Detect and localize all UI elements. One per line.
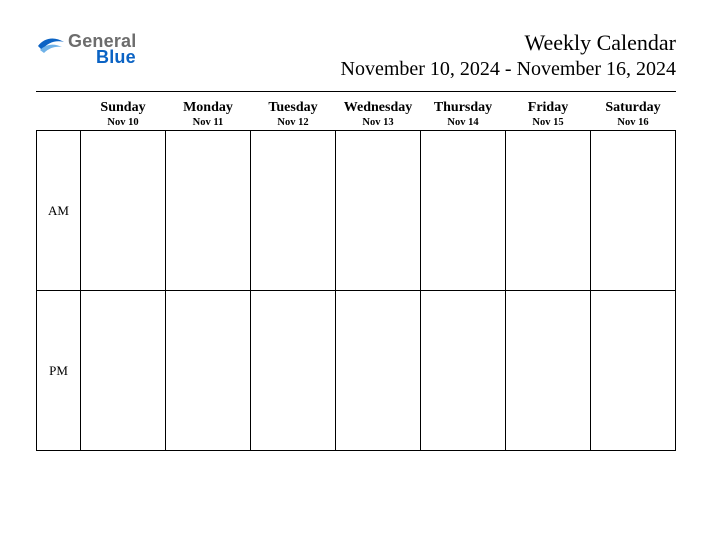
- day-date: Nov 10: [81, 117, 166, 128]
- slot-pm-mon[interactable]: [166, 291, 251, 451]
- slot-pm-fri[interactable]: [506, 291, 591, 451]
- slot-am-wed[interactable]: [336, 131, 421, 291]
- day-date: Nov 14: [421, 117, 506, 128]
- day-date: Nov 15: [506, 117, 591, 128]
- day-header-sun: Sunday Nov 10: [81, 96, 166, 131]
- slot-pm-sun[interactable]: [81, 291, 166, 451]
- date-range: November 10, 2024 - November 16, 2024: [341, 58, 677, 81]
- slot-pm-wed[interactable]: [336, 291, 421, 451]
- logo: General Blue: [36, 30, 136, 66]
- slot-am-fri[interactable]: [506, 131, 591, 291]
- row-pm: PM: [37, 291, 676, 451]
- day-header-row: Sunday Nov 10 Monday Nov 11 Tuesday Nov …: [37, 96, 676, 131]
- day-date: Nov 11: [166, 117, 251, 128]
- logo-swoosh-icon: [36, 32, 66, 56]
- header: General Blue Weekly Calendar November 10…: [36, 30, 676, 81]
- calendar-table: Sunday Nov 10 Monday Nov 11 Tuesday Nov …: [36, 96, 676, 451]
- day-date: Nov 12: [251, 117, 336, 128]
- day-header-thu: Thursday Nov 14: [421, 96, 506, 131]
- slot-am-thu[interactable]: [421, 131, 506, 291]
- time-label-am: AM: [37, 131, 81, 291]
- day-date: Nov 16: [591, 117, 676, 128]
- row-am: AM: [37, 131, 676, 291]
- day-header-fri: Friday Nov 15: [506, 96, 591, 131]
- logo-text-blue: Blue: [96, 48, 136, 66]
- title-block: Weekly Calendar November 10, 2024 - Nove…: [341, 30, 677, 81]
- day-name: Sunday: [81, 100, 166, 116]
- day-name: Thursday: [421, 100, 506, 116]
- slot-am-sat[interactable]: [591, 131, 676, 291]
- slot-am-tue[interactable]: [251, 131, 336, 291]
- day-date: Nov 13: [336, 117, 421, 128]
- day-header-tue: Tuesday Nov 12: [251, 96, 336, 131]
- slot-pm-thu[interactable]: [421, 291, 506, 451]
- day-header-sat: Saturday Nov 16: [591, 96, 676, 131]
- day-name: Monday: [166, 100, 251, 116]
- day-name: Friday: [506, 100, 591, 116]
- page-title: Weekly Calendar: [341, 30, 677, 56]
- slot-pm-tue[interactable]: [251, 291, 336, 451]
- calendar-grid: Sunday Nov 10 Monday Nov 11 Tuesday Nov …: [36, 96, 676, 451]
- slot-am-mon[interactable]: [166, 131, 251, 291]
- day-header-mon: Monday Nov 11: [166, 96, 251, 131]
- logo-text: General Blue: [68, 32, 136, 66]
- day-name: Tuesday: [251, 100, 336, 116]
- slot-pm-sat[interactable]: [591, 291, 676, 451]
- corner-cell: [37, 96, 81, 131]
- slot-am-sun[interactable]: [81, 131, 166, 291]
- day-header-wed: Wednesday Nov 13: [336, 96, 421, 131]
- time-label-pm: PM: [37, 291, 81, 451]
- day-name: Saturday: [591, 100, 676, 116]
- header-divider: [36, 91, 676, 92]
- day-name: Wednesday: [336, 100, 421, 116]
